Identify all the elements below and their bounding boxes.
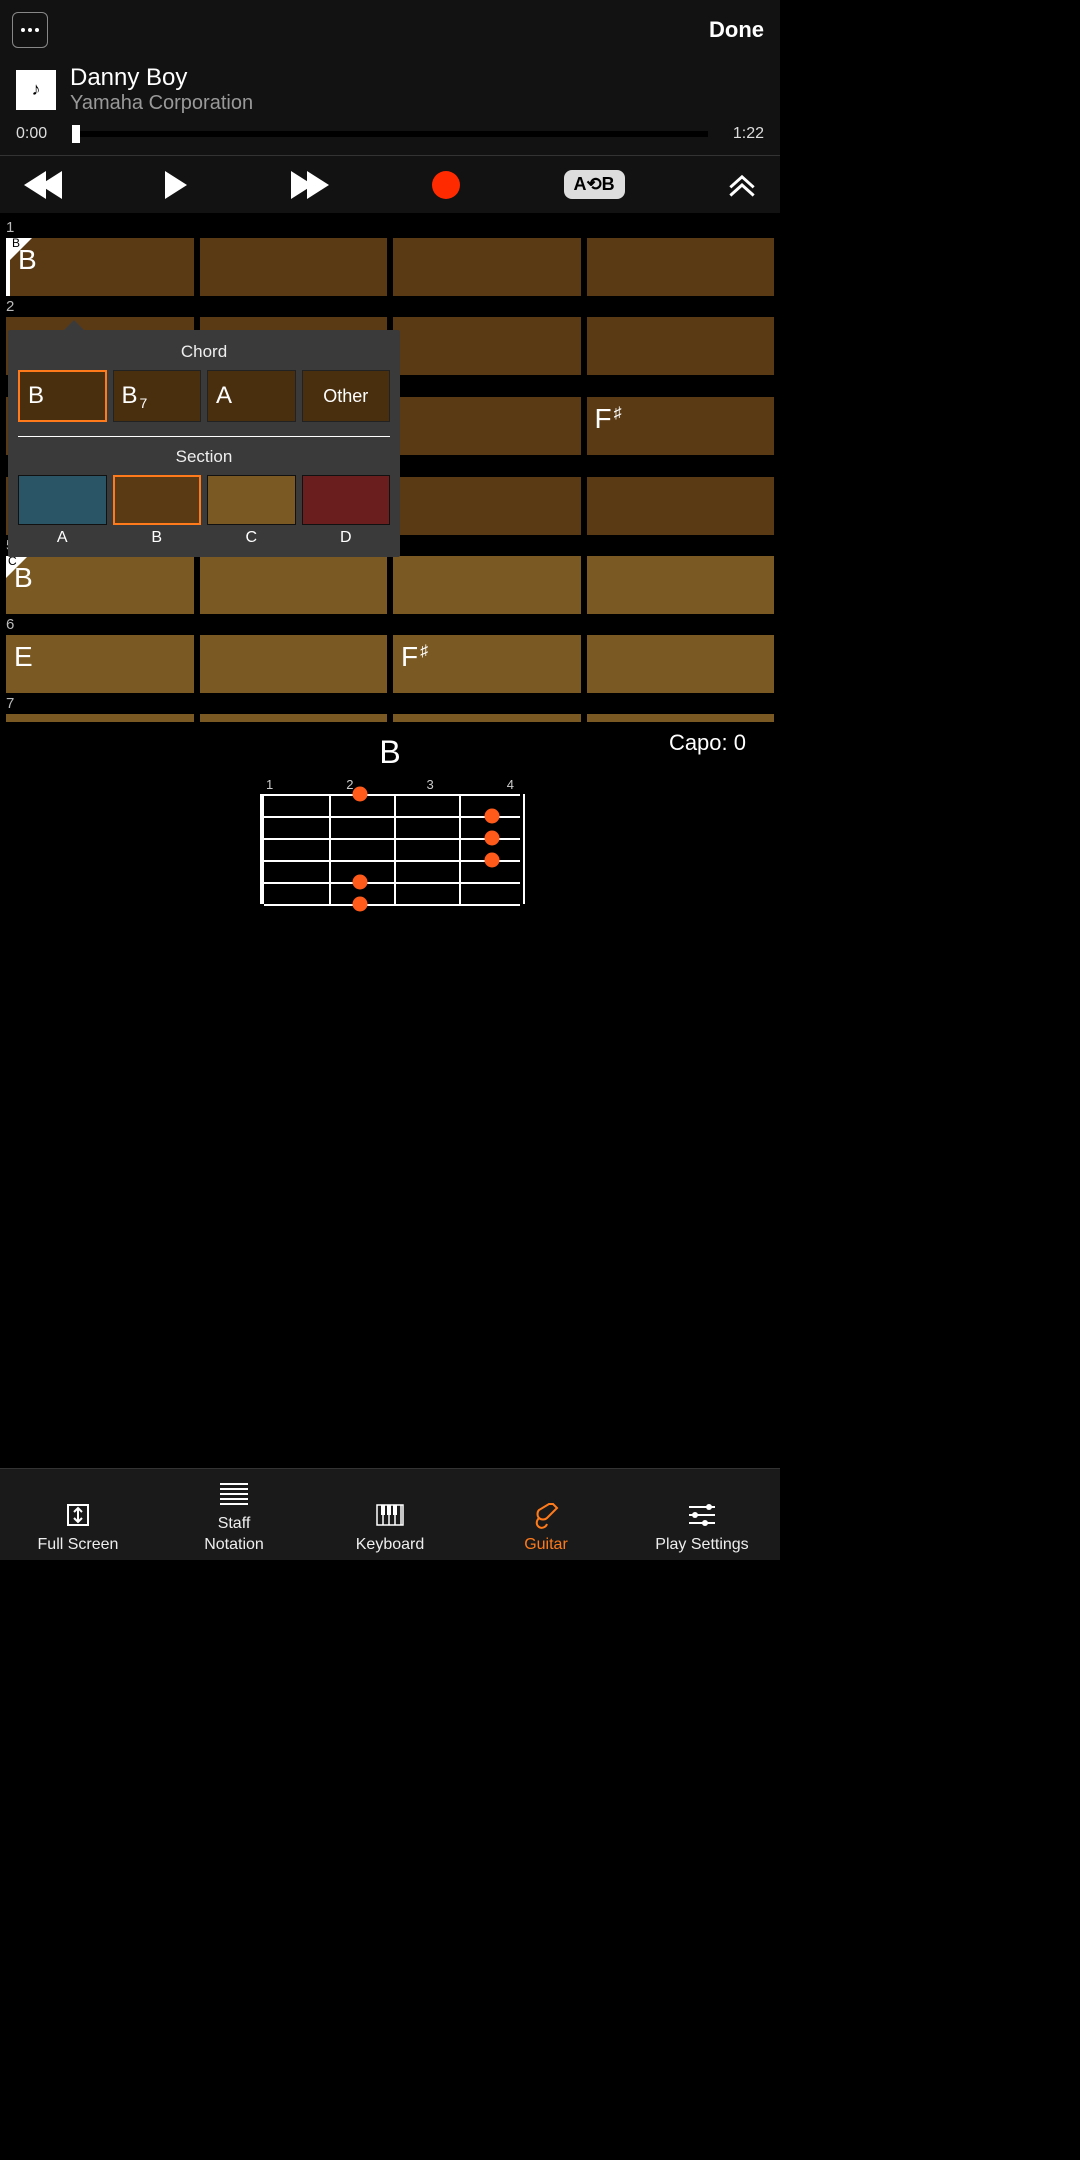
chord-cell[interactable]: F♯ bbox=[393, 635, 581, 693]
fretboard-diagram bbox=[260, 794, 520, 904]
section-option-a[interactable] bbox=[18, 475, 107, 525]
staff-icon bbox=[218, 1477, 250, 1511]
chord-cell[interactable]: F♯ bbox=[587, 397, 775, 455]
fret-numbers: 1 2 3 4 bbox=[260, 777, 520, 792]
chord-cell[interactable] bbox=[200, 556, 388, 614]
section-corner-label: B bbox=[12, 236, 20, 250]
chord-cell[interactable] bbox=[393, 477, 581, 535]
chord-cell[interactable] bbox=[587, 556, 775, 614]
chord-row-strip bbox=[6, 714, 774, 722]
chord-cell[interactable] bbox=[587, 317, 775, 375]
time-current: 0:00 bbox=[16, 125, 58, 143]
time-total: 1:22 bbox=[722, 125, 764, 143]
chord-cell[interactable] bbox=[393, 397, 581, 455]
more-button[interactable] bbox=[12, 12, 48, 48]
song-title: Danny Boy bbox=[70, 64, 253, 92]
tab-staff-notation[interactable]: StaffNotation bbox=[156, 1477, 312, 1554]
row-number: 1 bbox=[0, 217, 780, 238]
popup-chord-heading: Chord bbox=[18, 342, 390, 362]
popup-section-heading: Section bbox=[18, 447, 390, 467]
row-number: 6 bbox=[0, 614, 780, 635]
chord-cell[interactable]: B B bbox=[6, 238, 194, 296]
tab-keyboard[interactable]: Keyboard bbox=[312, 1477, 468, 1554]
album-art: ♪ bbox=[16, 70, 56, 110]
chord-label: F bbox=[401, 641, 418, 672]
seek-thumb[interactable] bbox=[72, 125, 80, 143]
chord-cell[interactable] bbox=[587, 477, 775, 535]
rewind-button[interactable] bbox=[24, 171, 62, 199]
section-option-c[interactable] bbox=[207, 475, 296, 525]
tab-play-settings[interactable]: Play Settings bbox=[624, 1477, 780, 1554]
chord-cell[interactable] bbox=[200, 238, 388, 296]
sliders-icon bbox=[687, 1498, 717, 1532]
done-button[interactable]: Done bbox=[709, 17, 764, 43]
chord-cell[interactable] bbox=[587, 635, 775, 693]
collapse-button[interactable] bbox=[728, 173, 756, 197]
keyboard-icon bbox=[375, 1498, 405, 1532]
chord-option-b7[interactable]: B7 bbox=[113, 370, 202, 422]
chord-cell[interactable] bbox=[393, 238, 581, 296]
chord-label: E bbox=[14, 641, 33, 672]
row-number: 7 bbox=[0, 693, 780, 714]
tab-guitar[interactable]: Guitar bbox=[468, 1477, 624, 1554]
current-chord-name: B bbox=[12, 734, 768, 771]
guitar-icon bbox=[531, 1498, 561, 1532]
play-button[interactable] bbox=[165, 171, 187, 199]
chord-option-a[interactable]: A bbox=[207, 370, 296, 422]
chord-cell[interactable] bbox=[587, 238, 775, 296]
chord-label: F bbox=[595, 403, 612, 434]
record-button[interactable] bbox=[432, 171, 460, 199]
fullscreen-icon bbox=[64, 1498, 92, 1532]
song-artist: Yamaha Corporation bbox=[70, 92, 253, 115]
chord-option-b[interactable]: B bbox=[18, 370, 107, 422]
section-option-b[interactable] bbox=[113, 475, 202, 525]
chord-cell[interactable]: E bbox=[6, 635, 194, 693]
chord-cell[interactable] bbox=[393, 556, 581, 614]
section-option-d[interactable] bbox=[302, 475, 391, 525]
chord-section-popup: Chord B B7 A Other Section A B C D bbox=[8, 330, 400, 557]
seek-bar[interactable] bbox=[72, 131, 708, 137]
chord-option-other[interactable]: Other bbox=[302, 370, 391, 422]
chord-cell[interactable]: C B bbox=[6, 556, 194, 614]
chord-cell[interactable] bbox=[200, 635, 388, 693]
chord-cell[interactable] bbox=[393, 317, 581, 375]
ab-loop-button[interactable]: A⟲B bbox=[564, 170, 625, 199]
row-number: 2 bbox=[0, 296, 780, 317]
fast-forward-button[interactable] bbox=[291, 171, 329, 199]
tab-full-screen[interactable]: Full Screen bbox=[0, 1477, 156, 1554]
